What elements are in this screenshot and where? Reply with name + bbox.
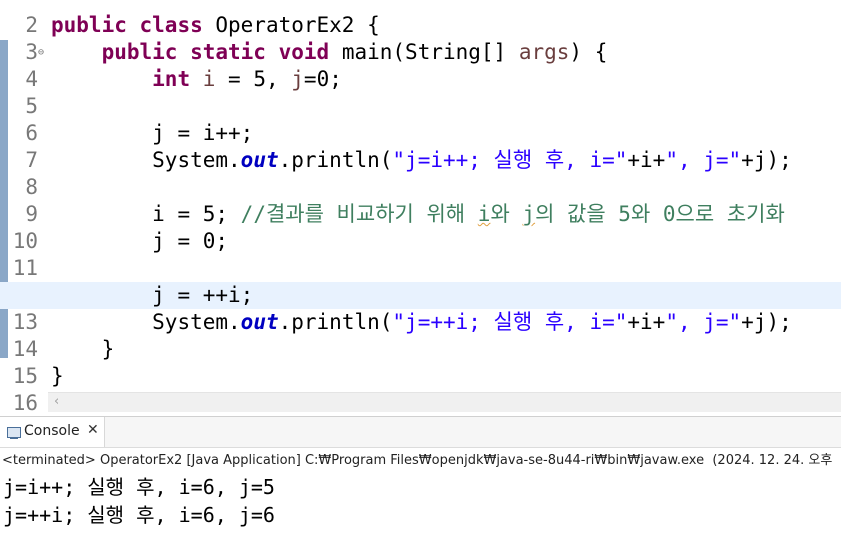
tab-label: Console [24, 423, 80, 439]
static-field: out [240, 148, 279, 172]
console-icon [7, 427, 21, 439]
code-token: .println( [278, 310, 393, 334]
keyword: public [101, 40, 178, 64]
code-line[interactable]: 7 j = i++; [0, 120, 841, 172]
class-declaration: OperatorEx2 { [202, 13, 380, 37]
string-literal: ", j=" [665, 310, 742, 334]
variable: j [291, 67, 304, 91]
code-line[interactable]: 15 } [0, 336, 841, 388]
code-line[interactable]: 2 [0, 0, 841, 37]
close-icon[interactable]: ✕ [87, 422, 99, 438]
code-token: System. [152, 310, 241, 334]
code-line[interactable]: 11 j = 0; [0, 228, 841, 280]
string-literal: "j=++i; 실행 후, i=" [392, 310, 628, 334]
code-text: j = 0; [51, 228, 228, 255]
code-text: public static void main(String[] args) { [51, 39, 608, 66]
code-token: .println( [278, 148, 393, 172]
code-line[interactable]: 8 System.out.println("j=i++; 실행 후, i="+i… [0, 147, 841, 199]
code-line[interactable]: 6 [0, 93, 841, 145]
code-token: +i+ [627, 148, 666, 172]
code-line[interactable]: 10 i = 5; //결과를 비교하기 위해 i와 j의 값을 5와 0으로 … [0, 201, 841, 253]
statement: j = 0; [152, 229, 229, 253]
code-token: =0; [303, 67, 342, 91]
code-token: System. [152, 148, 241, 172]
code-text: } [51, 363, 64, 390]
code-text: System.out.println("j=i++; 실행 후, i="+i+"… [51, 147, 792, 174]
scroll-left-icon[interactable]: ‹ [54, 394, 59, 409]
code-line[interactable]: 5 int i = 5, j=0; [0, 66, 841, 118]
method-signature-end: ) { [569, 40, 608, 64]
process-status-line: <terminated> OperatorEx2 [Java Applicati… [2, 453, 833, 468]
keyword: void [278, 40, 330, 64]
comment-text: 와 [490, 202, 523, 226]
tab-console[interactable]: Console ✕ [0, 417, 105, 447]
code-line[interactable]: 12 [0, 255, 841, 307]
current-code-line[interactable]: 13 j = ++i; [0, 282, 841, 334]
console-output-line: j=++i; 실행 후, i=6, j=6 [3, 503, 275, 527]
horizontal-scrollbar[interactable]: ‹ [48, 392, 841, 412]
code-text: System.out.println("j=++i; 실행 후, i="+i+"… [51, 309, 792, 336]
code-text: j = ++i; [51, 282, 253, 309]
keyword: public [51, 13, 127, 37]
console-view[interactable]: Console ✕ <terminated> OperatorEx2 [Java… [0, 416, 841, 537]
comment-text: //결과를 비교하기 위해 [240, 202, 478, 226]
code-text: public class OperatorEx2 { [51, 12, 380, 39]
spell-check-word: j [522, 202, 536, 226]
code-line[interactable]: 4 ⊖ public static void main(String[] arg… [0, 39, 841, 91]
editor-lines: 2 3 public class OperatorEx2 { 4 ⊖ publi… [0, 0, 841, 412]
spell-check-word: i [477, 202, 491, 226]
comment-text: 의 값을 5와 0으로 초기화 [535, 202, 785, 226]
keyword: class [139, 13, 203, 37]
code-text: } [51, 336, 115, 363]
keyword: int [152, 67, 191, 91]
code-token: +j); [741, 310, 792, 334]
string-literal: "j=i++; 실행 후, i=" [392, 148, 628, 172]
code-token: = 5, [215, 67, 292, 91]
code-token: +i+ [627, 310, 666, 334]
code-text: i = 5; //결과를 비교하기 위해 i와 j의 값을 5와 0으로 초기화 [51, 201, 785, 228]
line-number: 16 [12, 391, 38, 412]
fold-toggle-icon[interactable]: ⊖ [38, 39, 44, 66]
code-line[interactable]: 9 [0, 174, 841, 226]
string-literal: ", j=" [665, 148, 742, 172]
method-signature: main(String[] [329, 40, 519, 64]
statement: i = 5; [152, 202, 241, 226]
code-line[interactable]: 16 } [0, 363, 841, 412]
code-line[interactable]: 3 public class OperatorEx2 { [0, 12, 841, 64]
statement: j = ++i; [152, 283, 254, 307]
comment: //결과를 비교하기 위해 i와 j의 값을 5와 0으로 초기화 [241, 202, 785, 226]
console-output-line: j=i++; 실행 후, i=6, j=5 [3, 475, 275, 499]
static-field: out [240, 310, 279, 334]
console-tab-bar: Console ✕ [0, 417, 841, 448]
variable: i [202, 67, 216, 91]
code-text: j = i++; [51, 120, 253, 147]
statement: j = i++; [152, 121, 254, 145]
closing-brace: } [51, 364, 64, 388]
code-editor[interactable]: 2 3 public class OperatorEx2 { 4 ⊖ publi… [0, 0, 841, 412]
code-token: +j); [741, 148, 792, 172]
parameter: args [518, 40, 570, 64]
code-text: int i = 5, j=0; [51, 66, 342, 93]
code-line[interactable]: 14 System.out.println("j=++i; 실행 후, i="+… [0, 309, 841, 361]
closing-brace: } [101, 337, 115, 361]
keyword: static [190, 40, 266, 64]
